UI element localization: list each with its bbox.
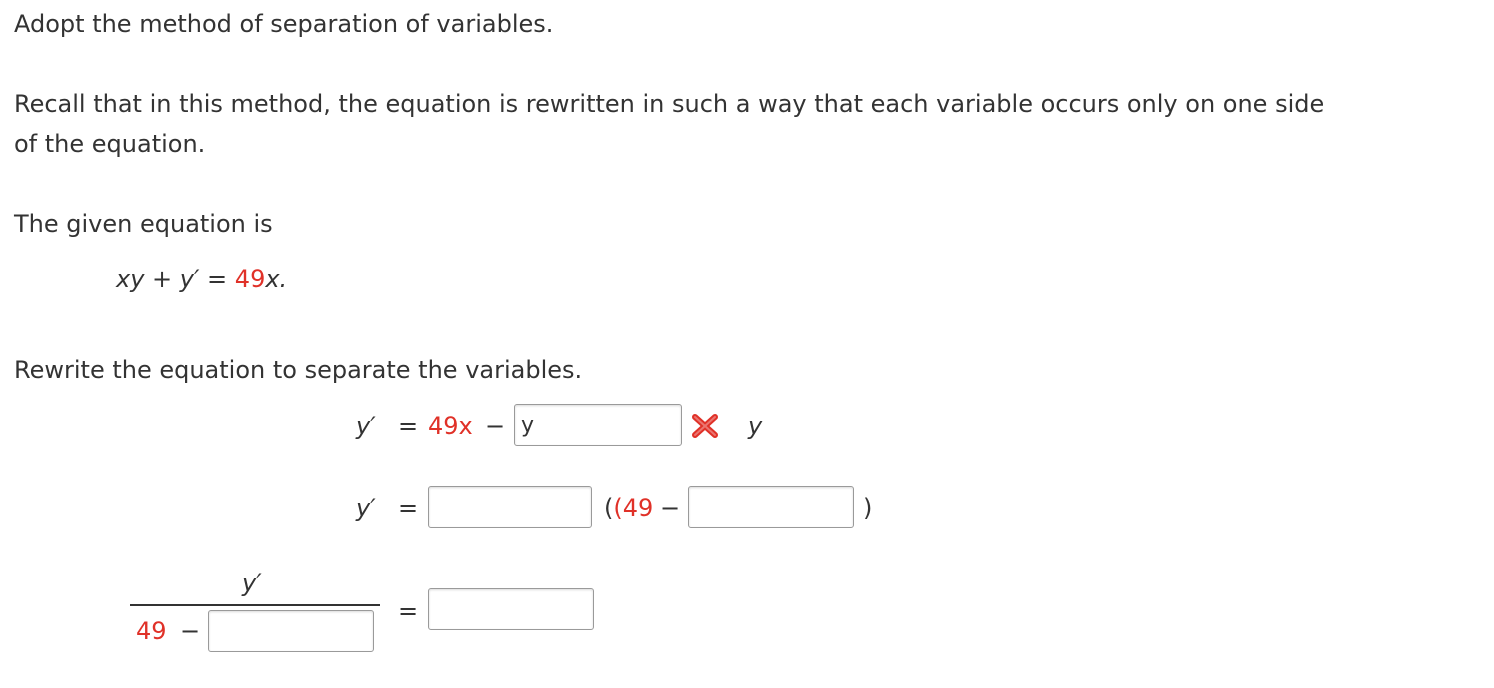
step2-open-paren-group: ((49 (604, 493, 653, 523)
step2-lhs: y′ (356, 494, 376, 522)
step2-close-paren: ) (863, 494, 873, 522)
step2-answer-input-2[interactable] (688, 486, 854, 528)
rewrite-prompt: Rewrite the equation to separate the var… (14, 356, 583, 384)
step1-lhs: y′ (356, 412, 376, 440)
step3-equals: = (398, 597, 419, 625)
step1-equals: = (398, 412, 419, 440)
recall-line-2: of the equation. (14, 130, 206, 158)
x-mark-icon (692, 414, 718, 438)
step3-denominator-number: 49 (136, 617, 167, 645)
step2-open-paren: ( (604, 494, 614, 522)
step1-trailing-variable: y (748, 412, 763, 440)
step1-minus: − (485, 412, 506, 440)
given-equation: xy + y′ = 49x. (116, 264, 287, 294)
step2-minus: − (660, 494, 681, 522)
step3-minus: − (180, 617, 201, 645)
given-equation-variable: x. (265, 265, 288, 293)
step2-answer-input-1[interactable] (428, 486, 592, 528)
step3-numerator: y′ (242, 569, 262, 597)
step3-rhs-input[interactable] (428, 588, 594, 630)
given-intro: The given equation is (14, 210, 273, 238)
step1-coef-term: 49x (428, 412, 473, 440)
step2-number: (49 (613, 494, 654, 522)
step1-answer-input[interactable] (514, 404, 682, 446)
given-equation-lhs: xy + y′ = (116, 265, 235, 293)
step2-equals: = (398, 494, 419, 522)
given-equation-coefficient: 49 (234, 265, 266, 293)
step3-denominator-input[interactable] (208, 610, 374, 652)
fraction-bar (130, 604, 380, 606)
recall-line-1: Recall that in this method, the equation… (14, 90, 1325, 118)
method-instruction: Adopt the method of separation of variab… (14, 10, 554, 38)
